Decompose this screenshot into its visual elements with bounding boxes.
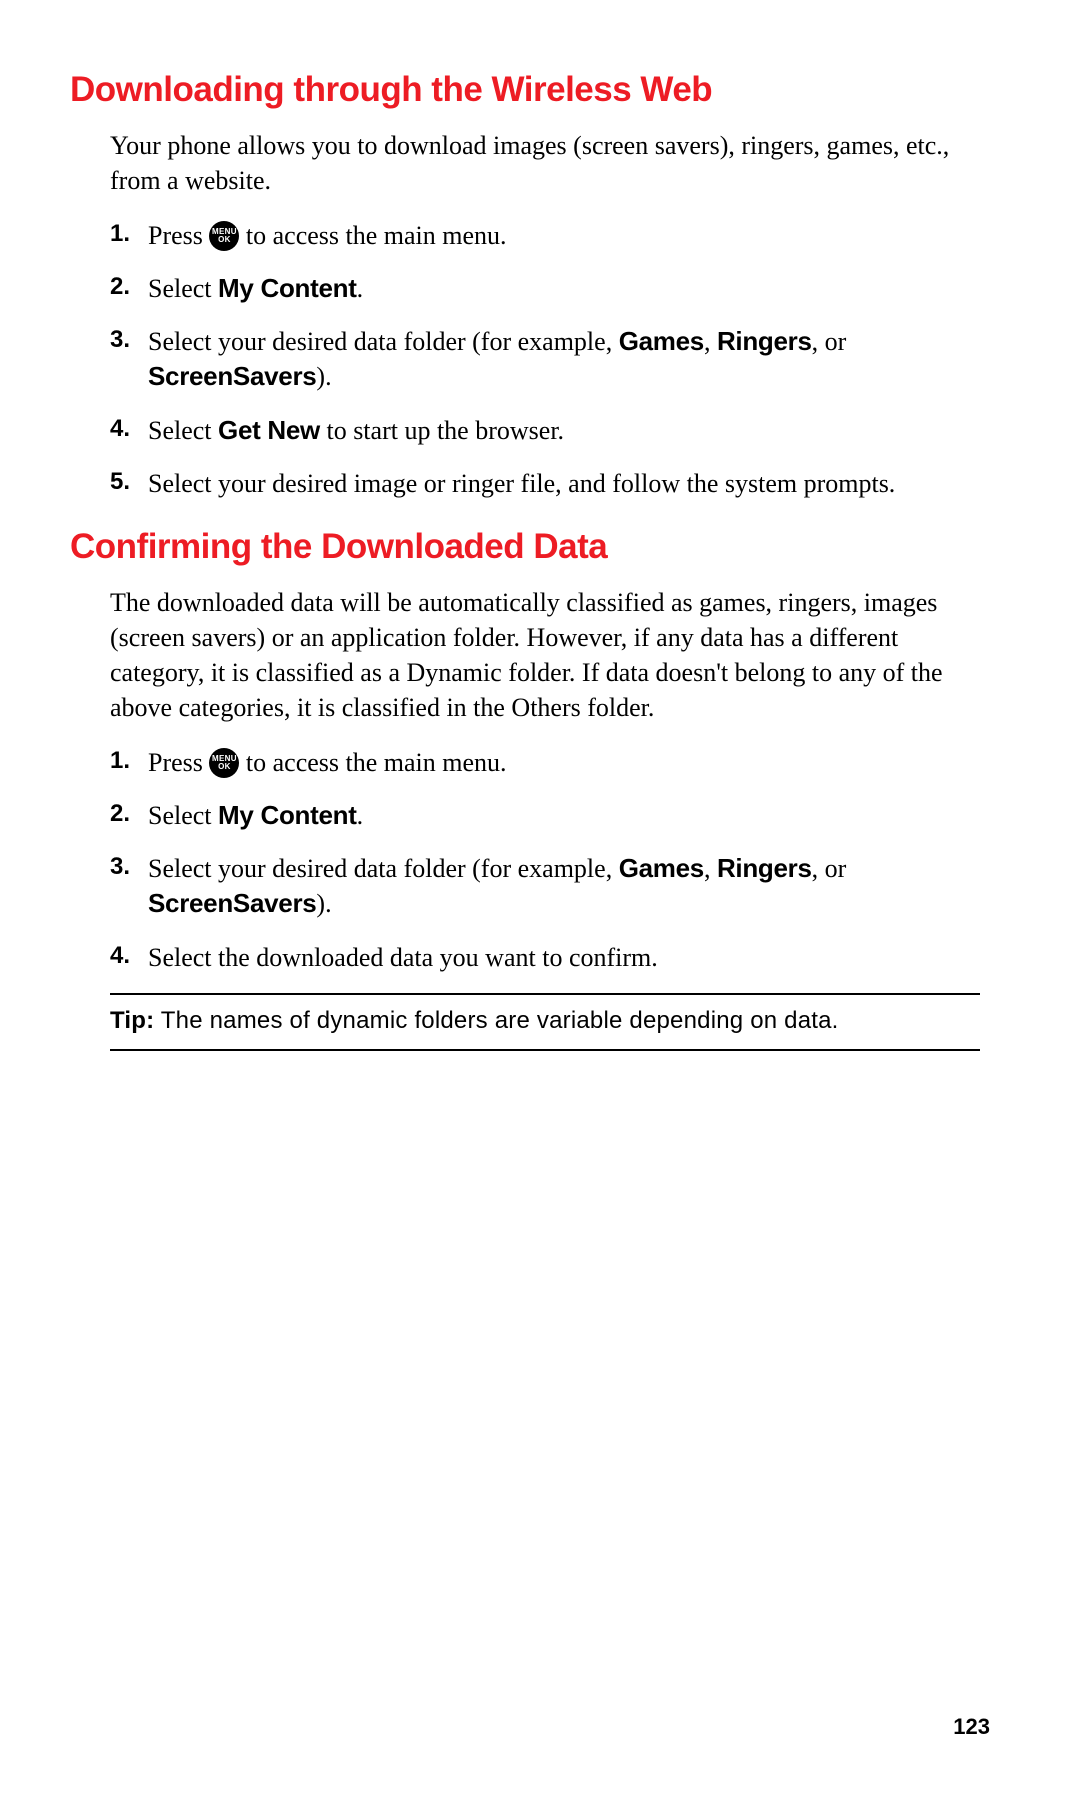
step-text: . — [357, 801, 364, 830]
step-bold: Ringers — [717, 853, 812, 883]
step-bold: Games — [619, 326, 704, 356]
step-text: Select — [148, 801, 218, 830]
step-text: Select the downloaded data you want to c… — [148, 943, 658, 972]
section2-intro: The downloaded data will be automaticall… — [110, 585, 980, 725]
step-text: , or — [812, 854, 847, 883]
menu-ok-icon: MENUOK — [209, 748, 239, 778]
tip-text: The names of dynamic folders are variabl… — [154, 1007, 838, 1034]
step-item: Select My Content. — [110, 271, 980, 306]
icon-line2: OK — [218, 236, 231, 244]
step-text: Select — [148, 416, 218, 445]
step-text: ). — [316, 889, 331, 918]
step-text: Select — [148, 274, 218, 303]
step-item: Select the downloaded data you want to c… — [110, 940, 980, 975]
step-text: , — [704, 854, 717, 883]
step-text: to access the main menu. — [239, 221, 506, 250]
step-item: Select your desired data folder (for exa… — [110, 851, 980, 921]
step-bold: My Content — [218, 800, 357, 830]
section1-steps: Press MENUOK to access the main menu. Se… — [110, 218, 980, 501]
step-item: Select Get New to start up the browser. — [110, 413, 980, 448]
step-bold: Ringers — [717, 326, 812, 356]
step-text: ). — [316, 362, 331, 391]
step-item: Select your desired image or ringer file… — [110, 466, 980, 501]
step-bold: ScreenSavers — [148, 361, 316, 391]
step-item: Select your desired data folder (for exa… — [110, 324, 980, 394]
icon-line2: OK — [218, 763, 231, 771]
step-bold: ScreenSavers — [148, 888, 316, 918]
step-text: Select your desired data folder (for exa… — [148, 854, 619, 883]
tip-label: Tip: — [110, 1007, 154, 1034]
step-text: , or — [812, 327, 847, 356]
section-heading-2: Confirming the Downloaded Data — [70, 527, 990, 567]
tip-box: Tip: The names of dynamic folders are va… — [110, 993, 980, 1051]
step-text: Select your desired image or ringer file… — [148, 469, 895, 498]
step-bold: My Content — [218, 273, 357, 303]
step-bold: Games — [619, 853, 704, 883]
step-bold: Get New — [218, 415, 320, 445]
step-text: , — [704, 327, 717, 356]
section-heading-1: Downloading through the Wireless Web — [70, 70, 990, 110]
step-text: to start up the browser. — [320, 416, 564, 445]
menu-ok-icon: MENUOK — [209, 221, 239, 251]
section1-intro: Your phone allows you to download images… — [110, 128, 980, 198]
section2-steps: Press MENUOK to access the main menu. Se… — [110, 745, 980, 974]
step-item: Press MENUOK to access the main menu. — [110, 218, 980, 253]
step-text: Press — [148, 221, 209, 250]
step-text: to access the main menu. — [239, 748, 506, 777]
step-text: Press — [148, 748, 209, 777]
step-text: Select your desired data folder (for exa… — [148, 327, 619, 356]
step-item: Press MENUOK to access the main menu. — [110, 745, 980, 780]
page-number: 123 — [953, 1714, 990, 1740]
step-item: Select My Content. — [110, 798, 980, 833]
step-text: . — [357, 274, 364, 303]
